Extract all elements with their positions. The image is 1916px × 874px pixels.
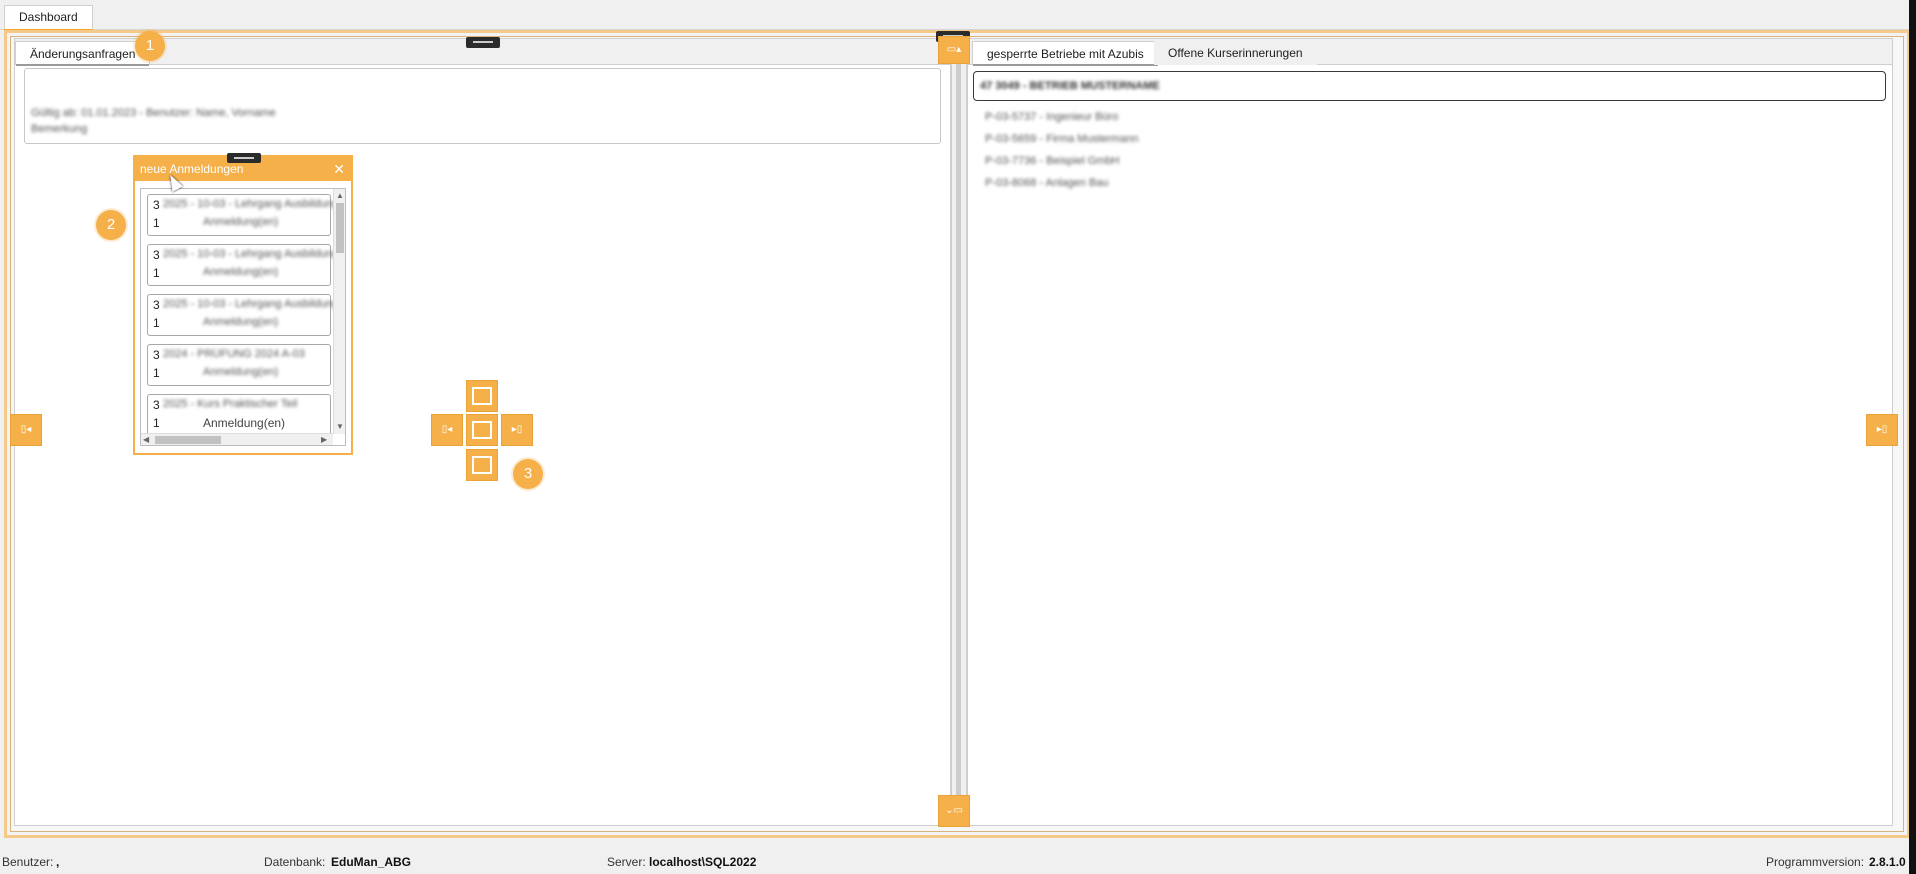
item-count: 3	[153, 248, 160, 262]
scroll-left-icon[interactable]: ◀	[143, 435, 149, 445]
horizontal-scroll-thumb[interactable]	[155, 436, 221, 444]
anmeldungen-list: 3 2025 - 10-03 - Lehrgang Ausbildung 1 A…	[140, 188, 346, 446]
dock-bottom-icon: ⌄▭	[945, 805, 963, 816]
callout-2: 2	[96, 210, 126, 240]
version-label: Programmversion:	[1766, 855, 1865, 869]
dock-bottom-icon	[472, 456, 492, 474]
betrieb-header-text: 47 3049 - BETRIEB MUSTERNAME	[980, 80, 1160, 92]
dock-compass-right[interactable]: ▸▯	[501, 414, 533, 446]
item-subtitle: Anmeldung(en)	[203, 316, 279, 328]
dock-compass-left[interactable]: ▯◂	[431, 414, 463, 446]
version-value: 2.8.1.0	[1869, 855, 1906, 869]
card-line-2: Bemerkung	[31, 123, 88, 135]
window-edge	[1909, 0, 1916, 874]
list-item[interactable]: P-03-8068 - Anlagen Bau	[985, 177, 1109, 189]
item-title: 2025 - 10-03 - Lehrgang Ausbildung	[163, 198, 339, 210]
betrieb-header-row[interactable]: 47 3049 - BETRIEB MUSTERNAME	[973, 71, 1886, 101]
scroll-right-icon[interactable]: ▶	[321, 435, 327, 445]
list-item[interactable]: 3 2024 - PRÜFUNG 2024 A-03 1 Anmeldung(e…	[147, 344, 331, 386]
item-number: 1	[153, 266, 160, 280]
callout-1: 1	[135, 31, 165, 61]
list-item[interactable]: P-03-7736 - Beispiel GmbH	[985, 155, 1120, 167]
floating-drag-handle[interactable]	[227, 153, 261, 163]
document-tab-strip: Dashboard	[0, 0, 1916, 32]
item-subtitle: Anmeldung(en)	[203, 266, 279, 278]
dock-right-guide[interactable]: ▸▯	[1866, 414, 1898, 446]
card-line-1: Gültig ab: 01.01.2023 - Benutzer: Name, …	[31, 107, 276, 119]
item-number: 1	[153, 316, 160, 330]
dock-compass-bottom[interactable]	[466, 449, 498, 481]
pane-drag-handle[interactable]	[466, 37, 500, 48]
dock-top-icon: ▭▴	[946, 44, 962, 55]
dock-left-icon: ▯◂	[441, 424, 453, 435]
tab-gesperrte-betriebe[interactable]: gesperrte Betriebe mit Azubis	[972, 41, 1159, 66]
list-item[interactable]: P-03-5737 - Ingenieur Büro	[985, 111, 1118, 123]
floating-window-title: neue Anmeldungen	[140, 162, 244, 176]
user-label: Benutzer:	[2, 855, 54, 869]
user-value: ,	[56, 855, 60, 869]
item-count: 3	[153, 398, 160, 412]
list-item[interactable]: 3 2025 - Kurs Praktischer Teil 1 Anmeldu…	[147, 394, 331, 436]
item-subtitle: Anmeldung(en)	[203, 416, 286, 430]
dock-compass-center[interactable]	[466, 414, 498, 446]
server-label: Server:	[607, 855, 646, 869]
item-title: 2025 - 10-03 - Lehrgang Ausbildung	[163, 298, 339, 310]
item-title: 2024 - PRÜFUNG 2024 A-03	[163, 348, 305, 360]
dock-top-icon	[472, 387, 492, 405]
dock-left-icon: ▯◂	[20, 424, 32, 435]
list-item[interactable]: 3 2025 - 10-03 - Lehrgang Ausbildung 1 A…	[147, 194, 339, 236]
scroll-down-icon[interactable]: ▼	[336, 422, 344, 432]
aenderungsanfrage-card[interactable]: Gültig ab: 01.01.2023 - Benutzer: Name, …	[24, 68, 941, 144]
dock-bottom-guide[interactable]: ⌄▭	[938, 795, 970, 827]
tab-offene-kurserinnerungen[interactable]: Offene Kurserinnerungen	[1154, 41, 1317, 65]
item-count: 3	[153, 348, 160, 362]
database-label: Datenbank:	[264, 855, 326, 869]
tab-aenderungsanfragen[interactable]: Änderungsanfragen	[15, 41, 151, 66]
close-icon[interactable]: ✕	[333, 157, 345, 181]
item-title: 2025 - Kurs Praktischer Teil	[163, 398, 298, 410]
database-value: EduMan_ABG	[331, 855, 412, 869]
right-pane-tabbar: gesperrte Betriebe mit Azubis Offene Kur…	[968, 39, 1892, 66]
status-bar: Benutzer: , Datenbank: EduMan_ABG Server…	[0, 850, 1916, 874]
splitter-bar[interactable]	[956, 38, 961, 826]
dock-top-guide[interactable]: ▭▴	[938, 36, 970, 64]
vertical-scroll-thumb[interactable]	[336, 203, 344, 253]
item-number: 1	[153, 416, 160, 430]
item-subtitle: Anmeldung(en)	[203, 366, 279, 378]
dock-right-icon: ▸▯	[1876, 424, 1888, 435]
dock-compass-top[interactable]	[466, 380, 498, 412]
item-count: 3	[153, 298, 160, 312]
item-subtitle: Anmeldung(en)	[203, 216, 279, 228]
floating-window-neue-anmeldungen[interactable]: neue Anmeldungen ✕ 3 2025 - 10-03 - Lehr…	[133, 153, 353, 455]
item-number: 1	[153, 366, 160, 380]
list-item[interactable]: 3 2025 - 10-03 - Lehrgang Ausbildung 1 A…	[147, 244, 339, 286]
tab-dashboard[interactable]: Dashboard	[4, 5, 93, 32]
dock-left-guide[interactable]: ▯◂	[10, 414, 42, 446]
item-number: 1	[153, 216, 160, 230]
list-item[interactable]: 3 2025 - 10-03 - Lehrgang Ausbildung 1 A…	[147, 294, 339, 336]
dock-right-icon: ▸▯	[511, 424, 523, 435]
scroll-up-icon[interactable]: ▲	[336, 191, 344, 201]
item-count: 3	[153, 198, 160, 212]
callout-3: 3	[513, 459, 543, 489]
list-item[interactable]: P-03-5659 - Firma Mustermann	[985, 133, 1138, 145]
item-title: 2025 - 10-03 - Lehrgang Ausbildung	[163, 248, 339, 260]
dock-center-icon	[472, 421, 492, 439]
server-value: localhost\SQL2022	[649, 855, 757, 869]
